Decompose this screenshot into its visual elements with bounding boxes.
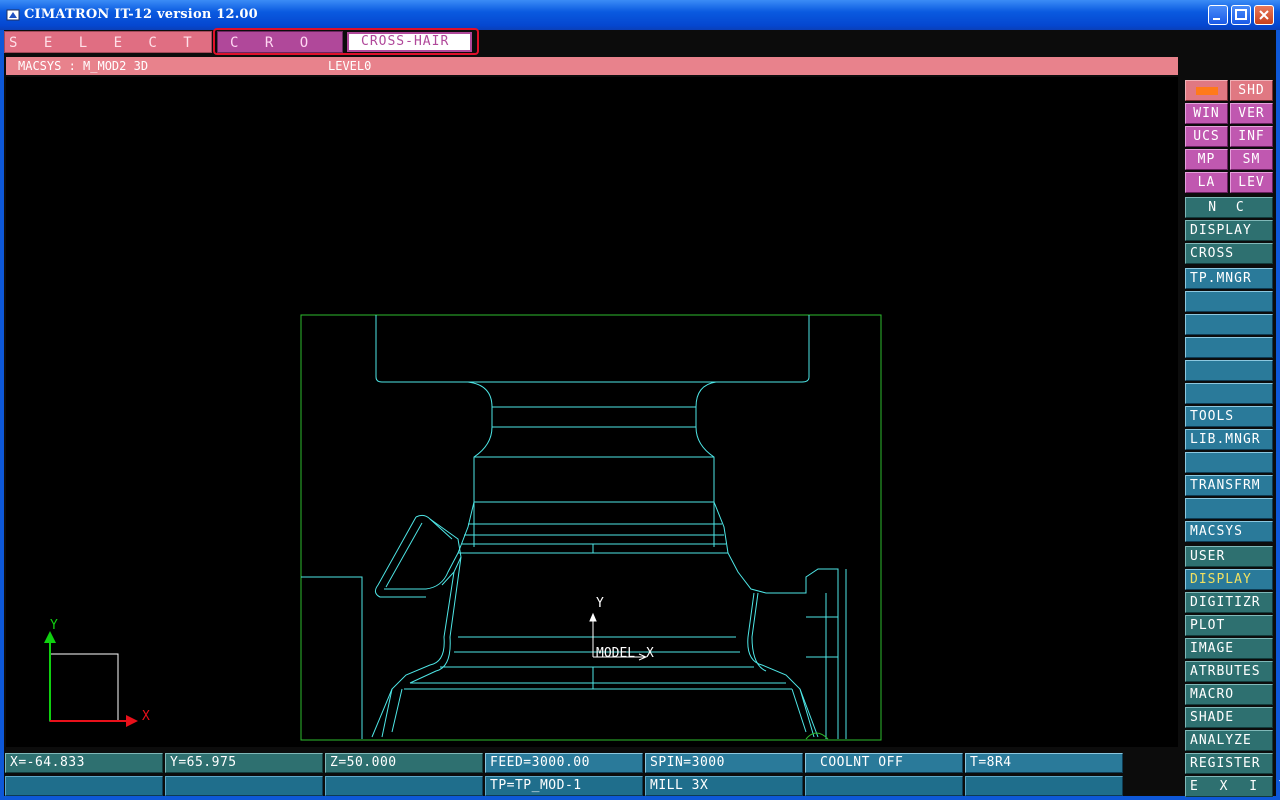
transfrm-button[interactable]: TRANSFRM [1185, 475, 1273, 496]
nc-cross-button[interactable]: CROSS [1185, 243, 1273, 264]
mp-button[interactable]: MP [1185, 149, 1228, 170]
display-button[interactable]: DISPLAY [1185, 569, 1273, 590]
title-bar: CIMATRON IT-12 version 12.00 [0, 0, 1280, 30]
empty-button-2[interactable] [1185, 314, 1273, 335]
status-spin: SPIN=3000 [645, 753, 803, 773]
close-button[interactable] [1254, 5, 1274, 25]
close-icon [1259, 10, 1269, 20]
status-empty-4 [805, 776, 963, 796]
exit-button[interactable]: E X I T [1185, 776, 1280, 797]
status-empty-1 [5, 776, 163, 796]
empty-button-5[interactable] [1185, 383, 1273, 404]
status-empty-5 [965, 776, 1123, 796]
empty-button-4[interactable] [1185, 360, 1273, 381]
la-button[interactable]: LA [1185, 172, 1228, 193]
digitizr-button[interactable]: DIGITIZR [1185, 592, 1273, 613]
empty-button-6[interactable] [1185, 452, 1273, 473]
lib-mngr-button[interactable]: LIB.MNGR [1185, 429, 1273, 450]
status-x: X=-64.833 [5, 753, 163, 773]
macro-button[interactable]: MACRO [1185, 684, 1273, 705]
maximize-icon [1235, 9, 1247, 20]
status-z: Z=50.000 [325, 753, 483, 773]
minimize-button[interactable] [1208, 5, 1228, 25]
plot-button[interactable]: PLOT [1185, 615, 1273, 636]
status-tp: TP=TP_MOD-1 [485, 776, 643, 796]
cross-option[interactable]: C R O S S [217, 31, 343, 73]
screen-axis-indicator [44, 631, 138, 727]
cimatron-app-icon[interactable] [6, 8, 20, 22]
image-button[interactable]: IMAGE [1185, 638, 1273, 659]
status-tool: T=8R4 [965, 753, 1123, 773]
user-button[interactable]: USER [1185, 546, 1273, 567]
macsys-label: MACSYS : M_MOD2 3D [18, 59, 149, 73]
tools-button[interactable]: TOOLS [1185, 406, 1273, 427]
empty-button-7[interactable] [1185, 498, 1273, 519]
maximize-button[interactable] [1231, 5, 1251, 25]
axis-x-arrow-icon [126, 715, 138, 727]
shd-button[interactable]: SHD [1230, 80, 1273, 101]
empty-button-1[interactable] [1185, 291, 1273, 312]
analyze-button[interactable]: ANALYZE [1185, 730, 1273, 751]
register-button[interactable]: REGISTER [1185, 753, 1273, 774]
status-feed: FEED=3000.00 [485, 753, 643, 773]
graphics-viewport[interactable]: Y MODEL X Y X [6, 77, 1178, 747]
crosshair-option[interactable]: CROSS-HAIR [347, 32, 472, 52]
select-prompt: S E L E C T [4, 31, 212, 53]
window-title: CIMATRON IT-12 version 12.00 [24, 7, 258, 22]
macsys-button[interactable]: MACSYS [1185, 521, 1273, 542]
status-empty-2 [165, 776, 323, 796]
atrbutes-button[interactable]: ATRBUTES [1185, 661, 1273, 682]
minimize-icon [1213, 18, 1220, 20]
shade-button[interactable]: SHADE [1185, 707, 1273, 728]
empty-button-3[interactable] [1185, 337, 1273, 358]
sm-button[interactable]: SM [1230, 149, 1273, 170]
nc-display-button[interactable]: DISPLAY [1185, 220, 1273, 241]
axis-x-label: X [142, 709, 150, 724]
color-swatch-button[interactable] [1185, 80, 1228, 101]
lev-button[interactable]: LEV [1230, 172, 1273, 193]
macsys-bar: MACSYS : M_MOD2 3D LEVEL0 [6, 57, 1178, 75]
win-button[interactable]: WIN [1185, 103, 1228, 124]
level-label: LEVEL0 [328, 59, 372, 73]
status-y: Y=65.975 [165, 753, 323, 773]
color-swatch-icon [1195, 87, 1218, 95]
inf-button[interactable]: INF [1230, 126, 1273, 147]
status-mill: MILL 3X [645, 776, 803, 796]
axis-indicator-box [49, 653, 119, 722]
axis-y-label: Y [50, 618, 58, 633]
tp-mngr-button[interactable]: TP.MNGR [1185, 268, 1273, 289]
status-empty-3 [325, 776, 483, 796]
nc-button[interactable]: N C [1185, 197, 1273, 218]
ver-button[interactable]: VER [1230, 103, 1273, 124]
status-coolnt: COOLNT OFF [805, 753, 963, 773]
ucs-button[interactable]: UCS [1185, 126, 1228, 147]
